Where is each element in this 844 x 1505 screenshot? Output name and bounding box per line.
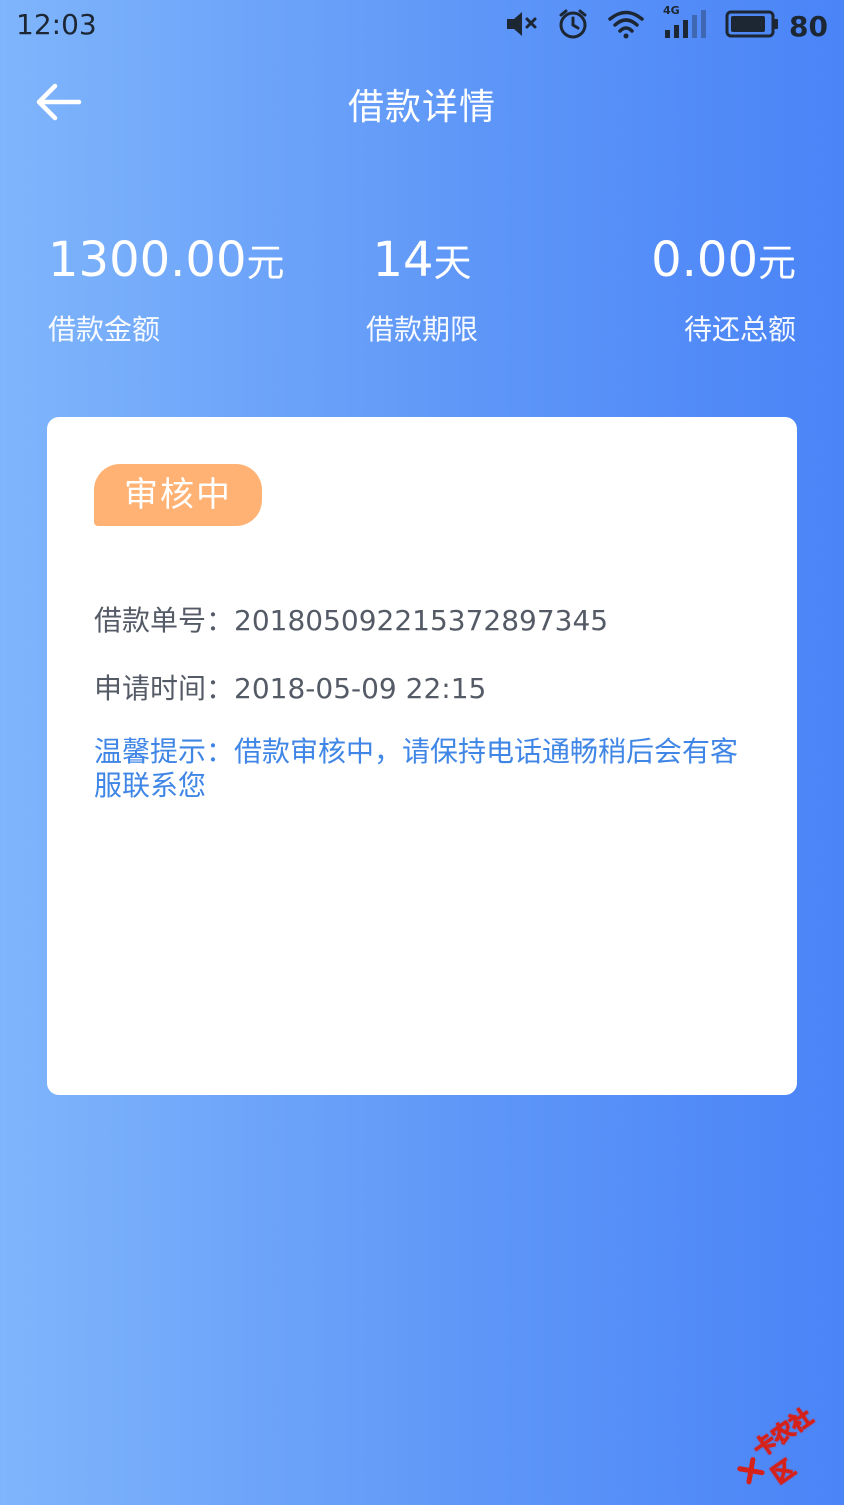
- loan-term-value: 14: [372, 232, 434, 288]
- amount-due-value: 0.00: [651, 232, 758, 288]
- nav-bar: 借款详情: [0, 68, 844, 140]
- watermark: 卡农社区: [726, 1397, 842, 1504]
- apply-time-label: 申请时间：: [94, 672, 235, 705]
- order-number-label: 借款单号：: [94, 604, 235, 637]
- order-number-row: 借款单号：20180509221537289734​5: [94, 599, 608, 639]
- amount-due: 0.00元 待还总额: [651, 228, 796, 348]
- amount-due-unit: 元: [757, 241, 796, 285]
- amount-due-label: 待还总额: [683, 313, 796, 346]
- loan-detail-card: 审核中 借款单号：20180509221537289734​5 申请时间：201…: [47, 417, 797, 1095]
- loan-amount-unit: 元: [246, 241, 285, 285]
- loan-term-label: 借款期限: [366, 313, 479, 346]
- battery-level: 80: [789, 9, 828, 43]
- status-time: 12:03: [16, 8, 97, 41]
- loan-amount: 1300.00元 借款金额: [48, 228, 285, 348]
- signal-icon: 4G: [663, 4, 707, 44]
- wifi-icon: [607, 9, 645, 43]
- battery-icon: [725, 10, 779, 42]
- network-type: 4G: [663, 4, 680, 17]
- status-icons: 4G 80: [505, 4, 828, 44]
- loan-term-unit: 天: [433, 241, 472, 285]
- loan-amount-label: 借款金额: [48, 313, 161, 346]
- status-bar: 12:03 4G 80: [0, 0, 844, 52]
- loan-term: 14天 借款期限: [366, 228, 478, 348]
- tip-text: 温馨提示：借款审核中，请保持电话通畅稍后会有客服联系您: [94, 735, 739, 802]
- loan-amount-value: 1300.00: [48, 232, 247, 288]
- apply-time-row: 申请时间：2018-05-09 22:15: [94, 667, 486, 707]
- apply-time-value: 2018-05-09 22:15: [234, 672, 487, 705]
- page-title: 借款详情: [347, 87, 496, 128]
- status-badge: 审核中: [94, 464, 262, 526]
- alarm-icon: [557, 8, 589, 44]
- mute-icon: [505, 9, 539, 43]
- order-number-value: 20180509221537289734​5: [234, 604, 609, 637]
- loan-summary: 1300.00元 借款金额 14天 借款期限 0.00元 待还总额: [48, 228, 796, 348]
